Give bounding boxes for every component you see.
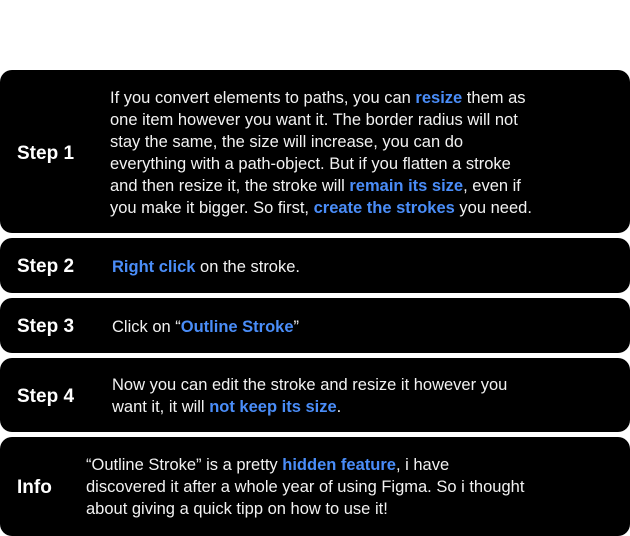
highlight-text: create the strokes [313, 199, 455, 217]
step-text: Now you can edit the stroke and resize i… [112, 374, 507, 418]
info-label: Info [17, 477, 52, 498]
text-segment: one item however you want it. The border… [110, 111, 518, 129]
text-segment: . [336, 398, 342, 416]
text-segment: you need. [454, 199, 532, 217]
highlight-text: Outline Stroke [180, 318, 294, 336]
text-line: If you convert elements to paths, you ca… [110, 87, 532, 109]
step-card-4: Step 4 Now you can edit the stroke and r… [0, 358, 630, 432]
text-segment: and then resize it, the stroke will [110, 177, 350, 195]
highlight-text: not keep its size [209, 398, 337, 416]
text-line: Click on “Outline Stroke” [112, 316, 299, 338]
text-segment: “Outline Stroke” is a pretty [86, 456, 283, 474]
text-line: everything with a path-object. But if yo… [110, 153, 532, 175]
text-line: want it, it will not keep its size. [112, 396, 507, 418]
text-segment: If you convert elements to paths, you ca… [110, 89, 416, 107]
step-card-1: Step 1 If you convert elements to paths,… [0, 70, 630, 233]
text-segment: want it, it will [112, 398, 210, 416]
text-segment: stay the same, the size will increase, y… [110, 133, 464, 151]
text-segment: Now you can edit the stroke and resize i… [112, 376, 508, 394]
step-label: Step 4 [17, 386, 75, 407]
step-text: Click on “Outline Stroke” [112, 316, 299, 338]
text-line: about giving a quick tipp on how to use … [86, 498, 524, 520]
highlight-text: hidden feature [282, 456, 396, 474]
highlight-text: resize [415, 89, 463, 107]
text-segment: on the stroke. [195, 258, 300, 276]
info-text: “Outline Stroke” is a pretty hidden feat… [86, 454, 524, 520]
step-card-3: Step 3 Click on “Outline Stroke” [0, 298, 630, 353]
text-segment: Click on “ [112, 318, 181, 336]
text-line: stay the same, the size will increase, y… [110, 131, 532, 153]
step-label: Step 3 [17, 316, 75, 337]
text-line: one item however you want it. The border… [110, 109, 532, 131]
highlight-text: Right click [112, 258, 196, 276]
text-segment: , even if [463, 177, 521, 195]
text-segment: discovered it after a whole year of usin… [86, 478, 525, 496]
text-segment: , i have [395, 456, 450, 474]
step-label: Step 1 [17, 143, 75, 164]
highlight-text: remain its size [349, 177, 464, 195]
text-segment: them as [462, 89, 526, 107]
info-card: Info “Outline Stroke” is a pretty hidden… [0, 437, 630, 536]
text-line: discovered it after a whole year of usin… [86, 476, 524, 498]
text-line: “Outline Stroke” is a pretty hidden feat… [86, 454, 524, 476]
text-segment: about giving a quick tipp on how to use … [86, 500, 388, 518]
text-line: Right click on the stroke. [112, 256, 300, 278]
text-line: you make it bigger. So first, create the… [110, 197, 532, 219]
text-segment: everything with a path-object. But if yo… [110, 155, 511, 173]
text-segment: ” [293, 318, 300, 336]
step-text: If you convert elements to paths, you ca… [110, 87, 532, 219]
text-line: Now you can edit the stroke and resize i… [112, 374, 507, 396]
step-label: Step 2 [17, 256, 75, 277]
text-segment: you make it bigger. So first, [110, 199, 314, 217]
step-card-2: Step 2 Right click on the stroke. [0, 238, 630, 293]
text-line: and then resize it, the stroke will rema… [110, 175, 532, 197]
step-text: Right click on the stroke. [112, 256, 300, 278]
